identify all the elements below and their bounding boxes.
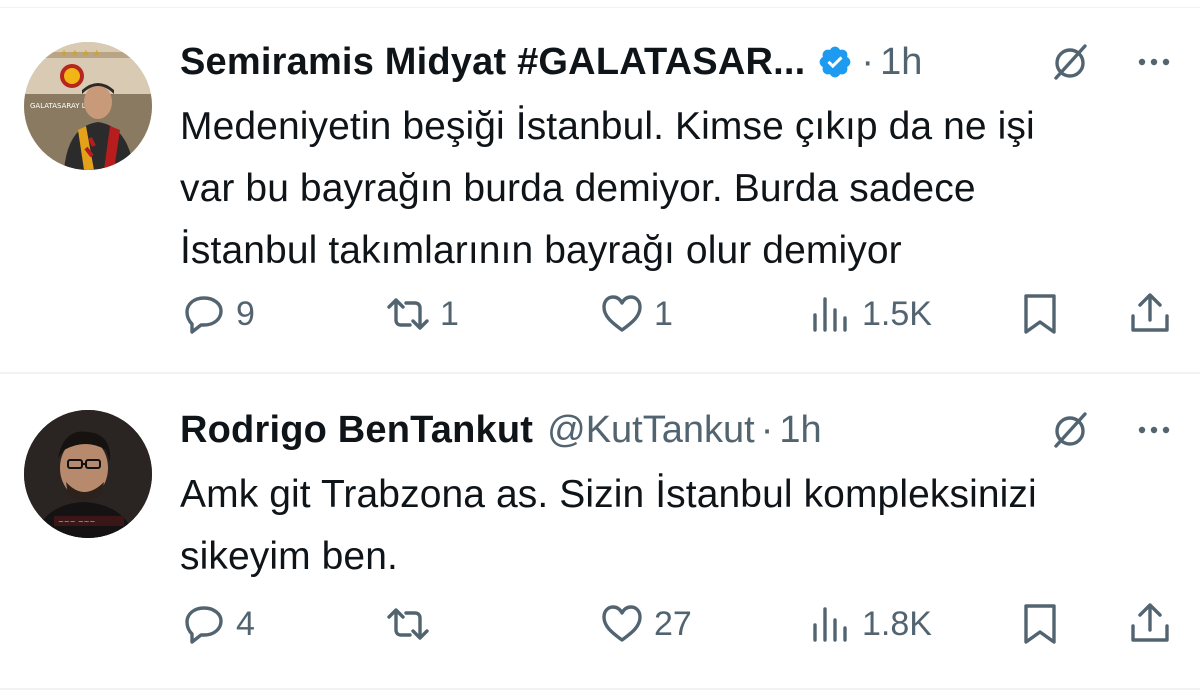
- views-button[interactable]: 1.8K: [806, 594, 932, 654]
- views-button[interactable]: 1.5K: [806, 284, 932, 344]
- like-icon: [602, 605, 642, 642]
- reply-icon: [185, 606, 223, 644]
- views-icon: [813, 607, 847, 642]
- like-count: 27: [654, 604, 692, 643]
- bookmark-button[interactable]: [1016, 594, 1064, 654]
- svg-text:★ ★ ★ ★: ★ ★ ★ ★: [60, 49, 101, 59]
- views-count: 1.8K: [862, 604, 932, 643]
- top-divider: [0, 0, 1200, 8]
- tweet-2[interactable]: ~~~ ~~~ Rodrigo BenTankut @KutTankut · 1…: [0, 376, 1200, 690]
- retweet-icon: [387, 608, 429, 640]
- author-name[interactable]: Semiramis Midyat #GALATASAR...: [180, 34, 805, 90]
- tweet-text-line: var bu bayrağın burda demiyor. Burda sad…: [180, 167, 976, 210]
- avatar[interactable]: ★ ★ ★ ★ GALATASARAY LİSESİ: [24, 42, 152, 170]
- action-bar: 9 1 1 1.5K: [0, 284, 1200, 344]
- retweet-count: 1: [440, 294, 459, 333]
- tweet-header: Semiramis Midyat #GALATASAR... · 1h: [180, 34, 1176, 90]
- tweet-time[interactable]: 1h: [880, 34, 922, 90]
- share-button[interactable]: [1126, 284, 1174, 344]
- bookmark-button[interactable]: [1016, 284, 1064, 344]
- share-icon: [1131, 293, 1169, 332]
- reply-count: 9: [236, 294, 255, 333]
- share-button[interactable]: [1126, 594, 1174, 654]
- author-handle[interactable]: @KutTankut: [547, 402, 755, 458]
- tweet-text-line: Amk git Trabzona as. Sizin İstanbul komp…: [180, 473, 1037, 516]
- tweet-text-line: İstanbul takımlarının bayrağı olur demiy…: [180, 229, 902, 272]
- like-icon: [602, 295, 642, 332]
- retweet-button[interactable]: [384, 594, 440, 654]
- share-icon: [1131, 603, 1169, 642]
- author-name[interactable]: Rodrigo BenTankut: [180, 402, 533, 458]
- retweet-button[interactable]: 1: [384, 284, 459, 344]
- tweet-time[interactable]: 1h: [779, 402, 821, 458]
- action-bar: 4 27 1.8K: [0, 594, 1200, 654]
- verified-badge-icon: [820, 46, 851, 78]
- reply-button[interactable]: 4: [180, 594, 255, 654]
- more-icon[interactable]: [1132, 40, 1176, 84]
- reply-count: 4: [236, 604, 255, 643]
- tweet-text-line: sikeyim ben.: [180, 535, 398, 578]
- reply-icon: [185, 296, 223, 334]
- grok-icon[interactable]: [1048, 408, 1092, 452]
- tweet-text: Medeniyetin beşiği İstanbul. Kimse çıkıp…: [180, 96, 1164, 282]
- avatar[interactable]: ~~~ ~~~: [24, 410, 152, 538]
- retweet-icon: [387, 298, 429, 330]
- tweet-header: Rodrigo BenTankut @KutTankut · 1h: [180, 402, 1176, 458]
- svg-text:~~~ ~~~: ~~~ ~~~: [58, 518, 96, 526]
- timeline: ★ ★ ★ ★ GALATASARAY LİSESİ Semiramis Mid…: [0, 0, 1200, 690]
- bookmark-icon: [1024, 604, 1056, 644]
- views-icon: [813, 297, 847, 332]
- more-icon[interactable]: [1132, 408, 1176, 452]
- separator-dot: ·: [760, 409, 774, 451]
- views-count: 1.5K: [862, 294, 932, 333]
- tweet-text: Amk git Trabzona as. Sizin İstanbul komp…: [180, 464, 1164, 588]
- tweet-1[interactable]: ★ ★ ★ ★ GALATASARAY LİSESİ Semiramis Mid…: [0, 8, 1200, 374]
- separator-dot: ·: [861, 41, 875, 83]
- tweet-text-line: Medeniyetin beşiği İstanbul. Kimse çıkıp…: [180, 105, 1035, 148]
- like-button[interactable]: 1: [598, 284, 673, 344]
- grok-icon[interactable]: [1048, 40, 1092, 84]
- bookmark-icon: [1024, 294, 1056, 334]
- reply-button[interactable]: 9: [180, 284, 255, 344]
- like-count: 1: [654, 294, 673, 333]
- like-button[interactable]: 27: [598, 594, 692, 654]
